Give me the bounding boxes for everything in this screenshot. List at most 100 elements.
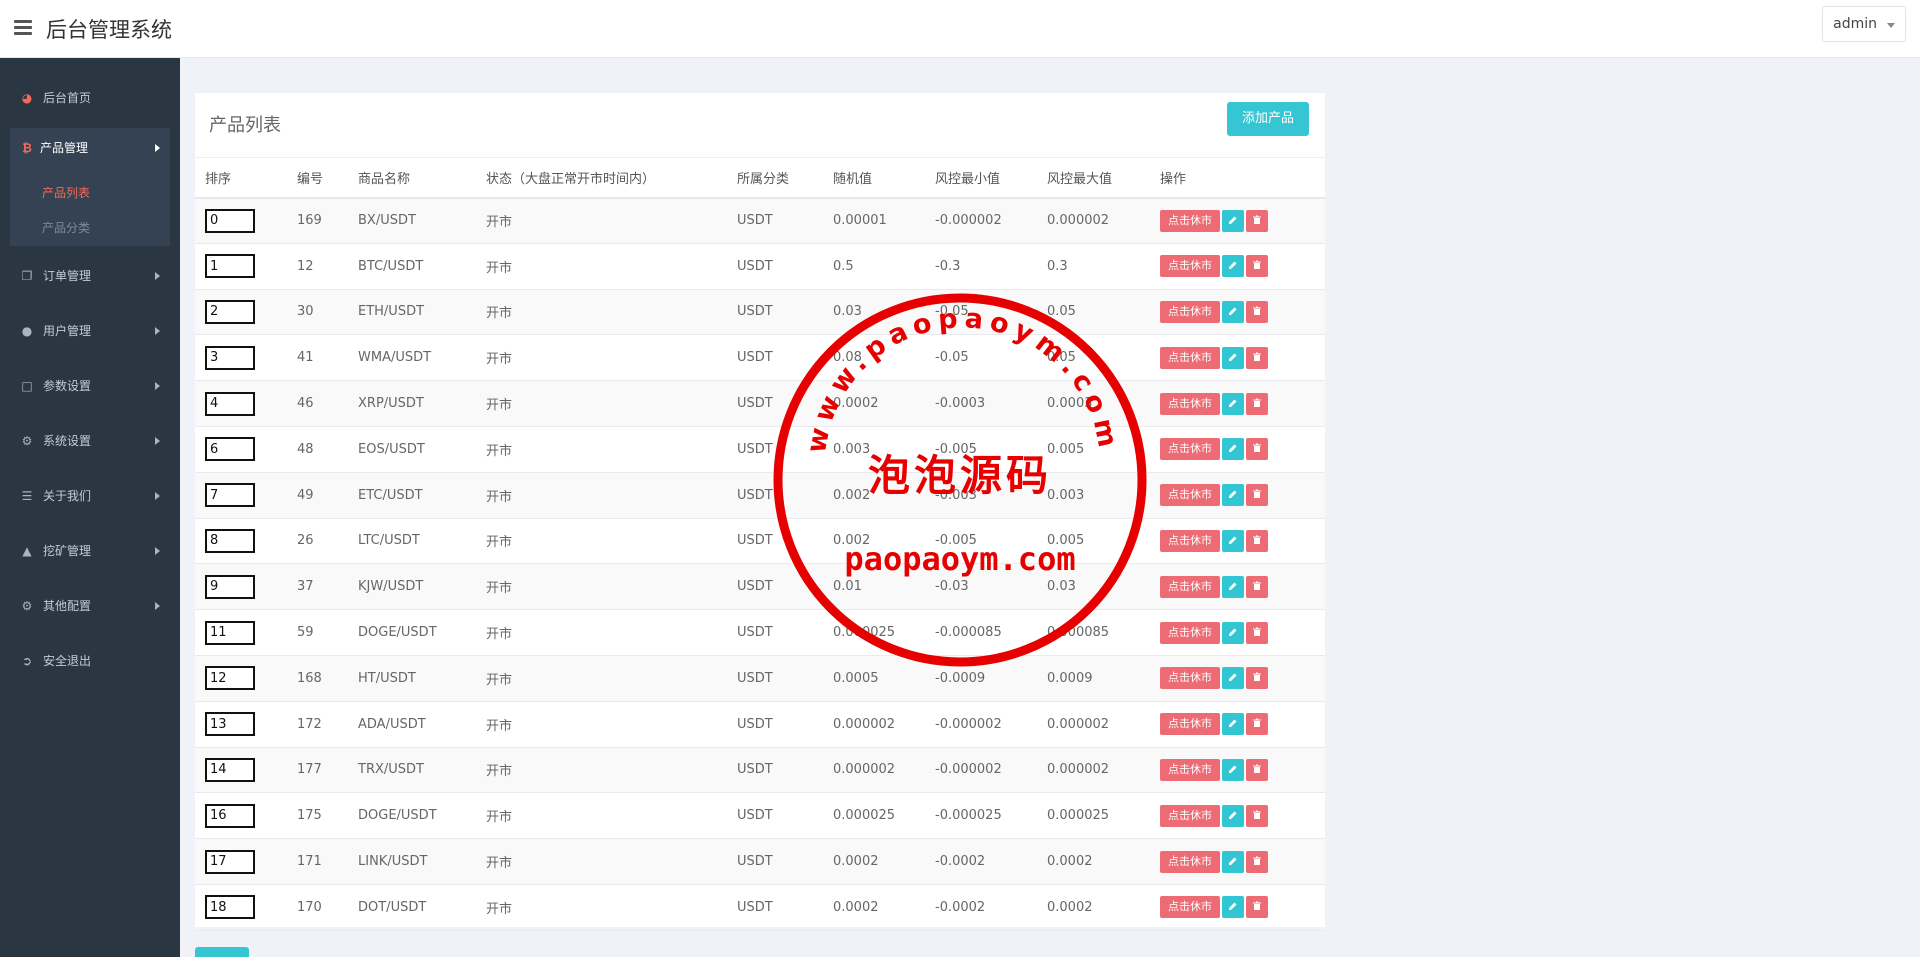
- edit-button[interactable]: [1222, 209, 1244, 232]
- delete-button[interactable]: [1246, 255, 1268, 278]
- sidebar-item-label: 系统设置: [43, 434, 92, 448]
- close-market-button[interactable]: 点击休市: [1160, 484, 1220, 507]
- risk-max-cell: 0.0002: [1037, 884, 1150, 931]
- sort-order-input[interactable]: [205, 620, 255, 645]
- sort-order-input[interactable]: [205, 391, 255, 416]
- actions-cell: 点击休市: [1150, 197, 1325, 244]
- close-market-button[interactable]: 点击休市: [1160, 300, 1220, 323]
- delete-button[interactable]: [1246, 804, 1268, 827]
- status-cell: 开市: [476, 884, 727, 931]
- edit-button[interactable]: [1222, 392, 1244, 415]
- sort-order-input[interactable]: [205, 437, 255, 462]
- edit-button[interactable]: [1222, 713, 1244, 736]
- edit-button[interactable]: [1222, 575, 1244, 598]
- column-header: 操作: [1150, 157, 1325, 199]
- trash-icon: [1246, 215, 1268, 225]
- edit-button[interactable]: [1222, 896, 1244, 919]
- edit-button[interactable]: [1222, 804, 1244, 827]
- delete-button[interactable]: [1246, 529, 1268, 552]
- sort-order-input[interactable]: [205, 483, 255, 508]
- sidebar-item-users[interactable]: ● 用户管理: [0, 311, 180, 351]
- close-market-button[interactable]: 点击休市: [1160, 804, 1220, 827]
- delete-button[interactable]: [1246, 850, 1268, 873]
- sidebar-item-orders[interactable]: ❐ 订单管理: [0, 256, 180, 296]
- user-menu[interactable]: admin: [1822, 6, 1906, 42]
- close-market-button[interactable]: 点击休市: [1160, 255, 1220, 278]
- sidebar-item-system[interactable]: ⚙ 系统设置: [0, 421, 180, 461]
- edit-button[interactable]: [1222, 758, 1244, 781]
- bottom-submit-button[interactable]: [195, 947, 249, 957]
- sidebar-item-logout[interactable]: ➲ 安全退出: [0, 641, 180, 681]
- sort-order-input[interactable]: [205, 528, 255, 553]
- sort-order-input[interactable]: [205, 345, 255, 370]
- name-cell: BX/USDT: [348, 197, 476, 244]
- sidebar-item-params[interactable]: □ 参数设置: [0, 366, 180, 406]
- sort-order-input[interactable]: [205, 712, 255, 737]
- close-market-button[interactable]: 点击休市: [1160, 438, 1220, 461]
- name-cell: LINK/USDT: [348, 838, 476, 885]
- sidebar-subitem-product-list[interactable]: 产品列表: [42, 184, 90, 201]
- delete-button[interactable]: [1246, 621, 1268, 644]
- name-cell: HT/USDT: [348, 655, 476, 702]
- category-cell: USDT: [727, 289, 823, 336]
- delete-button[interactable]: [1246, 896, 1268, 919]
- close-market-button[interactable]: 点击休市: [1160, 621, 1220, 644]
- add-product-button[interactable]: 添加产品: [1227, 102, 1309, 136]
- close-market-button[interactable]: 点击休市: [1160, 529, 1220, 552]
- close-market-button[interactable]: 点击休市: [1160, 713, 1220, 736]
- edit-button[interactable]: [1222, 300, 1244, 323]
- sidebar-subitem-product-category[interactable]: 产品分类: [42, 219, 90, 236]
- sidebar-item-home[interactable]: ◕ 后台首页: [0, 78, 180, 118]
- sort-order-input[interactable]: [205, 849, 255, 874]
- close-market-button[interactable]: 点击休市: [1160, 758, 1220, 781]
- id-cell: 175: [287, 792, 348, 840]
- trash-icon: [1246, 581, 1268, 591]
- sort-order-input[interactable]: [205, 803, 255, 828]
- delete-button[interactable]: [1246, 713, 1268, 736]
- sidebar-item-other[interactable]: ⚙ 其他配置: [0, 586, 180, 626]
- edit-button[interactable]: [1222, 529, 1244, 552]
- menu-toggle-icon[interactable]: [14, 20, 32, 36]
- table-row: 12BTC/USDT开市USDT0.5-0.30.3 点击休市: [195, 243, 1325, 290]
- table-row: 168HT/USDT开市USDT0.0005-0.00090.0009 点击休市: [195, 655, 1325, 702]
- close-market-button[interactable]: 点击休市: [1160, 346, 1220, 369]
- edit-button[interactable]: [1222, 850, 1244, 873]
- sidebar-item-products[interactable]: ₿ 产品管理: [0, 128, 180, 168]
- sort-order-input[interactable]: [205, 666, 255, 691]
- sort-order-input[interactable]: [205, 208, 255, 233]
- delete-button[interactable]: [1246, 438, 1268, 461]
- delete-button[interactable]: [1246, 484, 1268, 507]
- delete-button[interactable]: [1246, 575, 1268, 598]
- sort-order-input[interactable]: [205, 299, 255, 324]
- status-cell: 开市: [476, 792, 727, 840]
- sidebar-item-about[interactable]: ☰ 关于我们: [0, 476, 180, 516]
- pencil-icon: [1222, 535, 1244, 545]
- delete-button[interactable]: [1246, 300, 1268, 323]
- edit-button[interactable]: [1222, 346, 1244, 369]
- close-market-button[interactable]: 点击休市: [1160, 209, 1220, 232]
- edit-button[interactable]: [1222, 438, 1244, 461]
- edit-button[interactable]: [1222, 255, 1244, 278]
- sort-order-input[interactable]: [205, 895, 255, 920]
- name-cell: ADA/USDT: [348, 701, 476, 748]
- edit-button[interactable]: [1222, 484, 1244, 507]
- close-market-button[interactable]: 点击休市: [1160, 575, 1220, 598]
- delete-button[interactable]: [1246, 758, 1268, 781]
- pencil-icon: [1222, 627, 1244, 637]
- name-cell: DOT/USDT: [348, 884, 476, 931]
- delete-button[interactable]: [1246, 392, 1268, 415]
- delete-button[interactable]: [1246, 667, 1268, 690]
- sort-order-input[interactable]: [205, 574, 255, 599]
- sort-order-input[interactable]: [205, 757, 255, 782]
- category-cell: USDT: [727, 518, 823, 565]
- close-market-button[interactable]: 点击休市: [1160, 392, 1220, 415]
- delete-button[interactable]: [1246, 346, 1268, 369]
- close-market-button[interactable]: 点击休市: [1160, 850, 1220, 873]
- edit-button[interactable]: [1222, 667, 1244, 690]
- edit-button[interactable]: [1222, 621, 1244, 644]
- close-market-button[interactable]: 点击休市: [1160, 896, 1220, 919]
- close-market-button[interactable]: 点击休市: [1160, 667, 1220, 690]
- sort-order-input[interactable]: [205, 254, 255, 279]
- delete-button[interactable]: [1246, 209, 1268, 232]
- sidebar-item-mining[interactable]: ▲ 挖矿管理: [0, 531, 180, 571]
